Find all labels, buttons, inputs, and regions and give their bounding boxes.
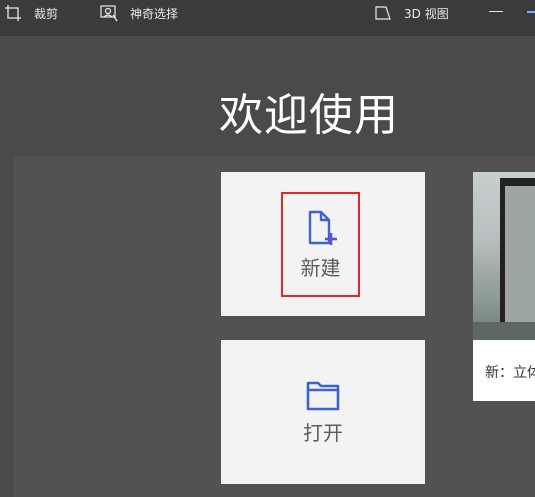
folder-icon: [306, 381, 340, 411]
crop-button[interactable]: 裁剪: [4, 4, 58, 22]
window-accent: [527, 11, 535, 13]
new-tile-focus: 新建: [281, 192, 360, 297]
open-tile-content: 打开: [221, 374, 425, 446]
toolbar: 裁剪 神奇选择 3D 视图: [0, 0, 535, 36]
crop-icon: [5, 5, 21, 21]
magic-select-button[interactable]: 神奇选择: [100, 4, 178, 22]
magic-select-icon: [100, 5, 118, 22]
new-tile-label: 新建: [300, 255, 341, 280]
magic-select-label: 神奇选择: [130, 6, 179, 21]
welcome-title: 欢迎使用: [219, 90, 399, 141]
view-3d-icon: [375, 6, 391, 20]
open-tile[interactable]: 打开: [221, 340, 425, 484]
new-file-icon: [308, 210, 337, 245]
view-3d-label: 3D 视图: [404, 6, 449, 21]
crop-label: 裁剪: [34, 6, 59, 21]
tablet-photo: [473, 178, 535, 340]
open-tile-label: 打开: [303, 421, 343, 445]
new-tile[interactable]: 新建: [221, 172, 425, 316]
minimize-button[interactable]: [489, 11, 503, 12]
promo-card[interactable]: 新：立体: [473, 172, 535, 401]
view-3d-button[interactable]: 3D 视图: [374, 4, 449, 22]
promo-image: [473, 172, 535, 340]
promo-caption: 新：立体: [485, 365, 535, 381]
